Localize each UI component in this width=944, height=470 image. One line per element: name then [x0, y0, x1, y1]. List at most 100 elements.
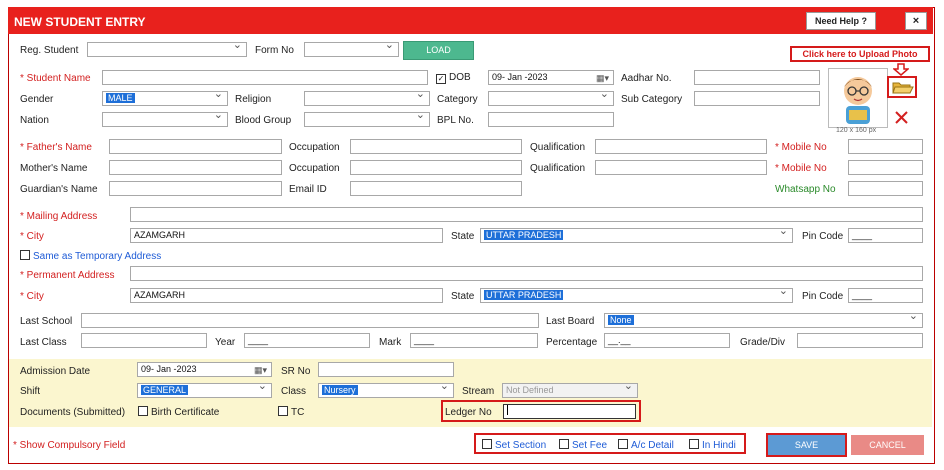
- student-name-input[interactable]: [102, 70, 428, 85]
- mailing-state-select[interactable]: UTTAR PRADESH: [480, 228, 793, 243]
- sub-category-input[interactable]: [694, 91, 820, 106]
- text-cursor: [507, 405, 508, 415]
- sr-no-label: SR No: [281, 366, 311, 377]
- shift-select[interactable]: GENERAL: [137, 383, 272, 398]
- religion-select[interactable]: [304, 91, 430, 106]
- sr-no-input[interactable]: [318, 362, 454, 377]
- set-fee-label: Set Fee: [572, 440, 608, 451]
- religion-label: Religion: [235, 94, 272, 105]
- permanent-address-input[interactable]: [130, 266, 923, 281]
- set-fee-checkbox[interactable]: Set Fee: [559, 439, 607, 451]
- class-label: Class: [281, 386, 307, 397]
- grade-label: Grade/Div: [740, 337, 786, 348]
- browse-photo-button[interactable]: [887, 76, 917, 98]
- same-as-temporary-label: Same as Temporary Address: [33, 251, 162, 262]
- compulsory-field-note[interactable]: * Show Compulsory Field: [13, 440, 125, 451]
- set-section-checkbox[interactable]: Set Section: [482, 439, 546, 451]
- reg-student-select[interactable]: [87, 42, 247, 57]
- aadhar-input[interactable]: [694, 70, 820, 85]
- whatsapp-input[interactable]: [848, 181, 923, 196]
- help-button[interactable]: Need Help ?: [806, 12, 876, 30]
- mother-mobile-input[interactable]: [848, 160, 923, 175]
- permanent-state-value: UTTAR PRADESH: [484, 290, 564, 300]
- dob-checkbox[interactable]: ✓ DOB: [436, 72, 471, 84]
- grade-input[interactable]: [797, 333, 923, 348]
- birth-certificate-check-icon: [138, 406, 148, 416]
- in-hindi-check-icon: [689, 439, 699, 449]
- mark-input[interactable]: ____: [410, 333, 538, 348]
- same-as-check-icon: [20, 250, 30, 260]
- mother-qualification-label: Qualification: [530, 163, 586, 174]
- tc-label: TC: [291, 407, 305, 418]
- permanent-state-select[interactable]: UTTAR PRADESH: [480, 288, 793, 303]
- form-no-select[interactable]: [304, 42, 399, 57]
- father-name-label: * Father's Name: [20, 142, 92, 153]
- ledger-no-input[interactable]: [503, 404, 636, 419]
- permanent-city-label: * City: [20, 291, 44, 302]
- tc-check-icon: [278, 406, 288, 416]
- father-occupation-input[interactable]: [350, 139, 522, 154]
- folder-open-icon: [892, 82, 914, 94]
- last-school-input[interactable]: [81, 313, 539, 328]
- father-name-input[interactable]: [109, 139, 282, 154]
- permanent-pin-input[interactable]: ____: [848, 288, 923, 303]
- whatsapp-label: Whatsapp No: [775, 184, 836, 195]
- percentage-input[interactable]: __.__: [604, 333, 730, 348]
- last-board-select[interactable]: None: [604, 313, 923, 328]
- close-button[interactable]: ×: [905, 12, 927, 30]
- mailing-address-input[interactable]: [130, 207, 923, 222]
- blood-group-select[interactable]: [304, 112, 430, 127]
- father-mobile-input[interactable]: [848, 139, 923, 154]
- ac-detail-check-icon: [618, 439, 628, 449]
- load-button[interactable]: LOAD: [403, 41, 474, 60]
- mailing-state-value: UTTAR PRADESH: [484, 230, 564, 240]
- father-qualification-input[interactable]: [595, 139, 767, 154]
- mark-label: Mark: [379, 337, 402, 348]
- save-button[interactable]: SAVE: [766, 433, 847, 457]
- cancel-button[interactable]: CANCEL: [851, 435, 924, 455]
- shift-label: Shift: [20, 386, 41, 397]
- stream-select[interactable]: Not Defined: [502, 383, 638, 398]
- nation-label: Nation: [20, 115, 49, 126]
- mother-name-input[interactable]: [109, 160, 282, 175]
- documents-label: Documents (Submitted): [20, 407, 126, 418]
- mailing-city-input[interactable]: AZAMGARH: [130, 228, 443, 243]
- category-select[interactable]: [488, 91, 614, 106]
- mother-occupation-input[interactable]: [350, 160, 522, 175]
- mother-qualification-input[interactable]: [595, 160, 767, 175]
- year-input[interactable]: ____: [244, 333, 370, 348]
- blood-group-label: Blood Group: [235, 115, 292, 126]
- dob-label: DOB: [449, 72, 471, 83]
- birth-certificate-checkbox[interactable]: Birth Certificate: [138, 406, 219, 418]
- guardian-name-label: Guardian's Name: [20, 184, 98, 195]
- remove-photo-icon[interactable]: [894, 110, 909, 125]
- last-school-label: Last School: [20, 316, 73, 327]
- mailing-address-label: * Mailing Address: [20, 211, 98, 222]
- sub-category-label: Sub Category: [621, 94, 683, 105]
- class-select[interactable]: Nursery: [318, 383, 454, 398]
- student-name-label: * Student Name: [20, 73, 91, 84]
- father-qualification-label: Qualification: [530, 142, 586, 153]
- in-hindi-checkbox[interactable]: In Hindi: [689, 439, 736, 451]
- nation-select[interactable]: [102, 112, 228, 127]
- admission-calendar-icon[interactable]: ▦▾: [254, 364, 267, 376]
- ac-detail-checkbox[interactable]: A/c Detail: [618, 439, 674, 451]
- bpl-input[interactable]: [488, 112, 614, 127]
- permanent-pin-label: Pin Code: [802, 291, 844, 302]
- guardian-name-input[interactable]: [109, 181, 282, 196]
- mailing-pin-input[interactable]: ____: [848, 228, 923, 243]
- last-board-value: None: [608, 315, 634, 325]
- email-input[interactable]: [350, 181, 522, 196]
- category-label: Category: [437, 94, 478, 105]
- last-class-input[interactable]: [81, 333, 207, 348]
- admission-date-picker[interactable]: 09- Jan -2023 ▦▾: [137, 362, 272, 377]
- dob-date-picker[interactable]: 09- Jan -2023 ▦▾: [488, 70, 614, 85]
- gender-select[interactable]: MALE: [102, 91, 228, 106]
- permanent-city-input[interactable]: AZAMGARH: [130, 288, 443, 303]
- set-section-label: Set Section: [495, 440, 547, 451]
- same-as-temporary-checkbox[interactable]: Same as Temporary Address: [20, 250, 161, 262]
- calendar-icon[interactable]: ▦▾: [596, 72, 609, 84]
- year-label: Year: [215, 337, 236, 348]
- tc-checkbox[interactable]: TC: [278, 406, 304, 418]
- mother-name-label: Mother's Name: [20, 163, 88, 174]
